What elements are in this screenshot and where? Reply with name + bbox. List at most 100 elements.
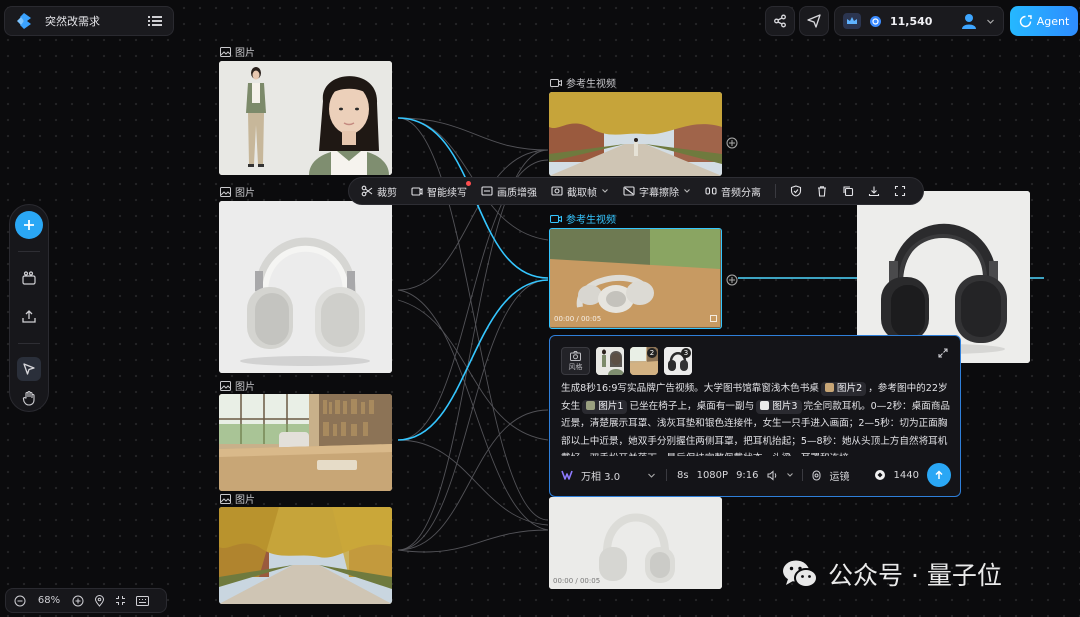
smart-continue-icon — [411, 187, 423, 196]
add-node-button[interactable] — [15, 211, 43, 239]
coin-icon — [870, 15, 881, 27]
locate-icon[interactable] — [94, 594, 105, 607]
image-chip-2[interactable]: 图片2 — [820, 382, 867, 396]
zoom-out-icon[interactable] — [14, 595, 26, 607]
prompt-panel: 风格 2 3 生成8秒16:9写实品牌广告视频。大学图书馆靠窗浅木色书桌 图片2，… — [549, 335, 961, 497]
duration-value[interactable]: 8s — [677, 470, 689, 481]
reference-thumb[interactable]: 3 — [664, 347, 692, 375]
frame-capture-icon — [551, 186, 563, 196]
camera-motion-icon[interactable] — [811, 470, 822, 481]
zoom-bar: 68% — [5, 588, 167, 613]
keyboard-icon[interactable] — [136, 595, 149, 606]
fit-screen-icon[interactable] — [115, 595, 126, 606]
image-chip-thumb — [586, 400, 596, 410]
cost-value: 1440 — [893, 469, 919, 481]
fullscreen-mini-icon[interactable] — [710, 315, 717, 322]
subtitle-erase-button[interactable]: 字幕擦除 — [623, 184, 691, 199]
project-pill[interactable]: 突然改需求 — [4, 6, 174, 36]
capture-frame-button[interactable]: 截取帧 — [551, 184, 609, 199]
woman-portrait-image — [219, 61, 392, 175]
image-icon — [220, 46, 231, 57]
camera-style-icon — [570, 350, 581, 361]
project-title[interactable]: 突然改需求 — [45, 13, 147, 29]
white-headphones-image — [219, 201, 392, 373]
chevron-down-icon[interactable] — [786, 471, 794, 479]
aspect-ratio-value[interactable]: 9:16 — [736, 470, 758, 481]
image-node-woman[interactable] — [219, 61, 392, 175]
desk-headphones-thumbnail — [550, 229, 720, 327]
image-node-headphones[interactable] — [219, 201, 392, 373]
cursor-icon — [23, 363, 35, 375]
duplicate-icon[interactable] — [842, 185, 854, 197]
expand-icon[interactable] — [938, 348, 948, 358]
image-node-library[interactable] — [219, 394, 392, 491]
image-chip-1[interactable]: 图片1 — [582, 399, 628, 414]
pan-tool-button[interactable] — [18, 387, 40, 409]
left-toolbar — [9, 204, 49, 412]
audio-split-icon — [705, 187, 717, 195]
style-button[interactable]: 风格 — [561, 347, 590, 375]
paper-plane-icon — [807, 14, 821, 28]
share-button[interactable] — [765, 6, 795, 36]
smart-continue-button[interactable]: 智能续写 — [411, 180, 471, 199]
fullscreen-icon[interactable] — [894, 185, 906, 197]
share-icon — [774, 14, 786, 28]
generate-button[interactable] — [927, 463, 951, 487]
toolbar-divider — [775, 184, 776, 198]
image-icon — [220, 493, 231, 504]
agent-label: Agent — [1036, 14, 1070, 28]
cut-button[interactable]: 裁剪 — [361, 184, 397, 199]
upload-icon — [22, 310, 36, 323]
zoom-level[interactable]: 68% — [36, 595, 62, 606]
toolbar-divider — [18, 251, 40, 252]
wechat-watermark: 公众号 · 量子位 — [782, 556, 1002, 592]
agent-button[interactable]: Agent — [1010, 6, 1078, 36]
shield-icon[interactable] — [790, 185, 802, 197]
camera-motion-label[interactable]: 运镜 — [830, 468, 850, 483]
arrow-up-icon — [935, 470, 943, 479]
toolbar-divider — [666, 469, 667, 481]
node-label: 图片 — [220, 491, 255, 506]
wechat-icon — [783, 560, 818, 588]
zoom-in-icon[interactable] — [72, 595, 84, 607]
video-node-selected[interactable]: 00:00 / 00:05 — [549, 228, 722, 329]
image-node-campus[interactable] — [219, 507, 392, 604]
image-chip-thumb — [760, 400, 770, 410]
upload-button[interactable] — [18, 305, 40, 327]
eraser-icon — [623, 186, 635, 196]
image-chip-3[interactable]: 图片3 — [756, 399, 802, 414]
video-node-render[interactable]: 00:00 / 00:05 — [549, 497, 722, 589]
prompt-text[interactable]: 生成8秒16:9写实品牌广告视频。大学图书馆靠窗浅木色书桌 图片2 ，参考图中的22… — [561, 380, 951, 456]
media-library-button[interactable] — [18, 267, 40, 289]
select-tool-button[interactable] — [17, 357, 41, 381]
resolution-value[interactable]: 1080P — [697, 470, 728, 481]
reference-thumb[interactable]: 2 — [630, 347, 658, 375]
quality-enhance-button[interactable]: 画质增强 — [481, 184, 537, 199]
image-icon — [220, 186, 231, 197]
download-icon[interactable] — [868, 185, 880, 197]
plus-icon — [24, 220, 34, 230]
video-icon — [550, 214, 562, 223]
credits-count: 11,540 — [890, 14, 933, 28]
node-label: 图片 — [220, 184, 255, 199]
campus-walk-thumbnail — [549, 92, 722, 176]
chevron-down-icon[interactable] — [986, 17, 995, 26]
chevron-down-icon[interactable] — [647, 471, 656, 480]
prompt-footer: 万相 3.0 8s 1080P 9:16 运镜 1440 — [561, 463, 951, 487]
send-feedback-button[interactable] — [799, 6, 829, 36]
speaker-icon[interactable] — [767, 469, 778, 481]
trash-icon[interactable] — [816, 185, 828, 197]
model-select[interactable]: 万相 3.0 — [581, 468, 639, 483]
user-avatar-icon[interactable] — [960, 12, 978, 30]
list-menu-icon[interactable] — [147, 13, 163, 29]
crown-icon — [843, 13, 861, 29]
credits-panel[interactable]: 11,540 — [834, 6, 1004, 36]
video-timecode: 00:00 / 00:05 — [553, 577, 601, 585]
watermark-text: 公众号 · 量子位 — [828, 561, 1002, 590]
audio-separate-button[interactable]: 音频分离 — [705, 184, 761, 199]
video-node-campus[interactable] — [549, 92, 722, 176]
campus-avenue-image — [219, 507, 392, 604]
reference-badge: 2 — [647, 348, 657, 358]
reference-badge: 3 — [681, 348, 691, 358]
reference-thumb[interactable] — [596, 347, 624, 375]
